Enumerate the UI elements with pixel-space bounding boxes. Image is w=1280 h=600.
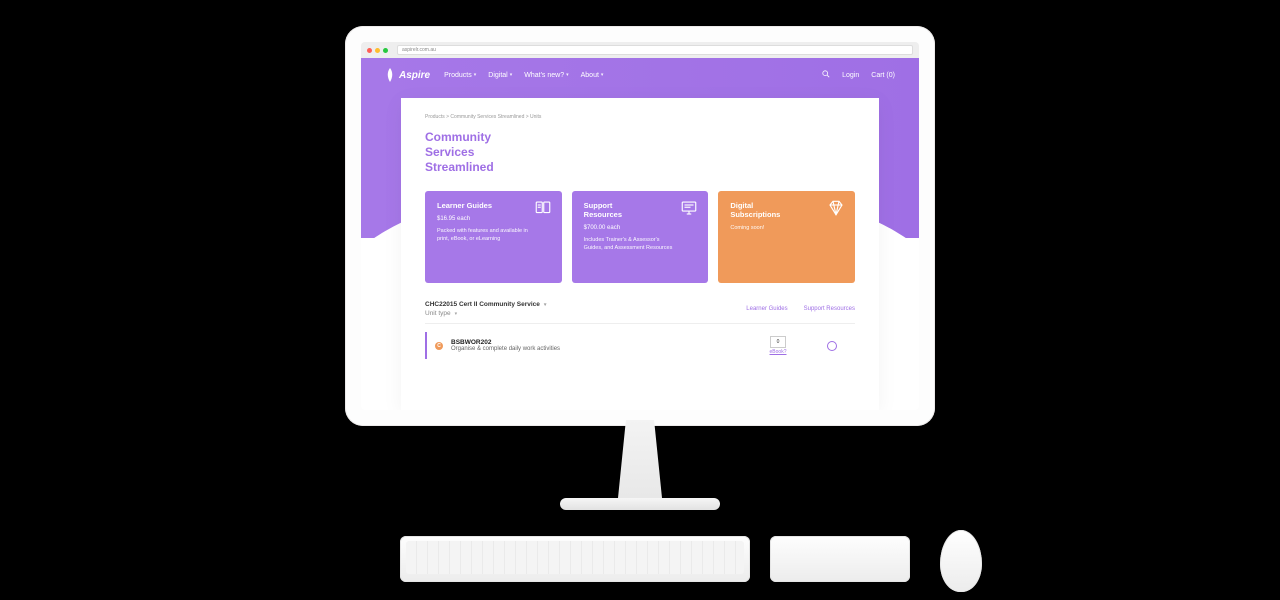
filter-bar: CHC22015 Cert II Community Service ▾ Uni… — [425, 301, 855, 324]
unit-code: BSBWOR202 — [451, 339, 747, 346]
window-close-icon[interactable] — [367, 48, 372, 53]
chevron-down-icon: ▾ — [601, 72, 604, 78]
select-radio[interactable] — [827, 341, 837, 351]
card-title: Learner Guides — [437, 201, 497, 210]
window-minimize-icon[interactable] — [375, 48, 380, 53]
browser-chrome: aspirelr.com.au — [361, 42, 919, 58]
cart-link[interactable]: Cart (0) — [871, 72, 895, 79]
unit-info[interactable]: BSBWOR202 Organise & complete daily work… — [451, 339, 747, 352]
tab-support-resources[interactable]: Support Resources — [804, 306, 855, 312]
quantity-input[interactable]: 0 — [770, 336, 786, 348]
mouse — [940, 530, 982, 592]
monitor-frame: aspirelr.com.au Aspire Products▾ Digital… — [345, 26, 935, 426]
content-card: Products > Community Services Streamline… — [401, 98, 879, 410]
card-title: Support Resources — [584, 201, 644, 219]
feather-icon — [385, 68, 395, 82]
nav-digital[interactable]: Digital▾ — [488, 72, 512, 79]
top-nav: Aspire Products▾ Digital▾ What's new?▾ A… — [361, 58, 919, 92]
keyboard — [400, 536, 750, 582]
card-support-resources[interactable]: Support Resources $700.00 each Includes … — [572, 191, 709, 283]
unit-type-badge: C — [435, 342, 443, 350]
address-bar[interactable]: aspirelr.com.au — [397, 45, 913, 55]
card-learner-guides[interactable]: Learner Guides $16.95 each Packed with f… — [425, 191, 562, 283]
unit-row: C BSBWOR202 Organise & complete daily wo… — [425, 332, 855, 359]
breadcrumb[interactable]: Products > Community Services Streamline… — [425, 114, 855, 120]
course-select[interactable]: CHC22015 Cert II Community Service ▾ — [425, 301, 546, 308]
nav-links: Products▾ Digital▾ What's new?▾ About▾ — [444, 72, 603, 79]
column-tabs: Learner Guides Support Resources — [746, 306, 855, 312]
chevron-down-icon: ▾ — [510, 72, 513, 78]
monitor-icon — [680, 199, 698, 222]
card-digital-subscriptions[interactable]: Digital Subscriptions Coming soon! — [718, 191, 855, 283]
learner-guides-cell: 0 eBook? — [755, 336, 801, 355]
tab-learner-guides[interactable]: Learner Guides — [746, 306, 787, 312]
page-title: Community Services Streamlined — [425, 130, 855, 175]
unit-desc: Organise & complete daily work activitie… — [451, 346, 747, 352]
search-icon[interactable] — [822, 70, 830, 80]
ebook-link[interactable]: eBook? — [755, 349, 801, 355]
nav-whats-new[interactable]: What's new?▾ — [524, 72, 568, 79]
card-body: Packed with features and available in pr… — [437, 228, 532, 243]
unit-type-select[interactable]: Unit type ▾ — [425, 310, 546, 317]
book-icon — [534, 199, 552, 222]
screen: aspirelr.com.au Aspire Products▾ Digital… — [361, 42, 919, 410]
brand-text: Aspire — [399, 70, 430, 81]
card-price: $700.00 each — [584, 225, 697, 231]
chevron-down-icon: ▾ — [566, 72, 569, 78]
card-body: Coming soon! — [730, 225, 825, 233]
chevron-down-icon: ▾ — [455, 311, 458, 317]
nav-products[interactable]: Products▾ — [444, 72, 476, 79]
card-title: Digital Subscriptions — [730, 201, 790, 219]
monitor-stand — [580, 420, 700, 510]
nav-about[interactable]: About▾ — [581, 72, 604, 79]
chevron-down-icon: ▾ — [474, 72, 477, 78]
window-zoom-icon[interactable] — [383, 48, 388, 53]
login-link[interactable]: Login — [842, 72, 859, 79]
brand-logo[interactable]: Aspire — [385, 68, 430, 82]
diamond-icon — [827, 199, 845, 222]
chevron-down-icon: ▾ — [544, 302, 547, 308]
product-cards: Learner Guides $16.95 each Packed with f… — [425, 191, 855, 283]
trackpad — [770, 536, 910, 582]
card-body: Includes Trainer's & Assessor's Guides, … — [584, 237, 679, 252]
support-resources-cell — [809, 341, 855, 351]
